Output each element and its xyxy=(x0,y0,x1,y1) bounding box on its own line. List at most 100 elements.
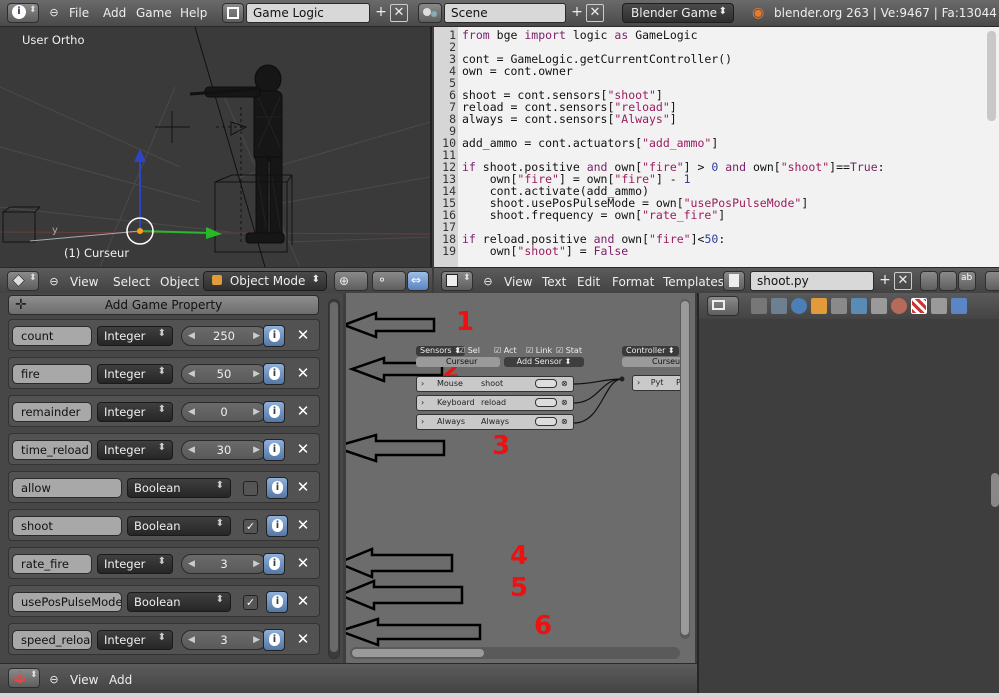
property-name-field[interactable]: remainder xyxy=(12,402,92,422)
decrement-icon[interactable]: ◀ xyxy=(188,403,195,421)
controller-dropdown[interactable]: Controller ⬍ xyxy=(622,346,679,356)
debug-info-toggle[interactable] xyxy=(263,325,285,347)
manipulator-toggle[interactable]: ⇔ xyxy=(407,271,429,291)
property-type-dropdown[interactable]: Integer ⬍ xyxy=(97,630,173,650)
menu-text[interactable]: Text xyxy=(542,275,566,289)
code-line[interactable]: own = cont.owner xyxy=(462,64,573,78)
property-type-dropdown[interactable]: Boolean ⬍ xyxy=(127,516,231,536)
property-name-field[interactable]: time_reload xyxy=(12,440,92,460)
code-line[interactable]: shoot.frequency = own["rate_fire"] xyxy=(462,208,725,222)
sensor-row[interactable]: › Always Always ⊗ xyxy=(416,414,574,430)
viewport-shading-button[interactable]: ⊕ xyxy=(334,271,368,291)
scene-icon[interactable] xyxy=(771,298,787,314)
delete-scene-icon[interactable]: ✕ xyxy=(586,4,604,22)
text-filename-field[interactable]: shoot.py xyxy=(750,271,874,291)
text-datablock-icon[interactable] xyxy=(723,271,745,291)
code-line[interactable]: add_ammo = cont.actuators["add_ammo"] xyxy=(462,136,718,150)
property-value-checkbox[interactable] xyxy=(243,481,258,496)
menu-file[interactable]: File xyxy=(69,6,89,20)
debug-info-toggle[interactable] xyxy=(263,401,285,423)
add-game-property-button[interactable]: ✛ Add Game Property xyxy=(8,295,319,315)
property-value-field[interactable]: ◀ 3 ▶ xyxy=(181,554,267,574)
line-numbers-toggle[interactable] xyxy=(920,271,938,291)
text-editor[interactable]: 1 2 3 4 5 6 7 8 9 10 11 12 13 14 15 16 17 18 19 from bge i… xyxy=(434,27,999,267)
menu-game[interactable]: Game xyxy=(136,6,172,20)
debug-info-toggle[interactable] xyxy=(263,553,285,575)
modifiers-icon[interactable] xyxy=(851,298,867,314)
remove-property-icon[interactable]: ✕ xyxy=(295,365,311,381)
add-screen-icon[interactable]: + xyxy=(371,3,391,23)
sel-toggle[interactable]: ☑ Sel xyxy=(458,346,480,356)
property-value-checkbox[interactable]: ✓ xyxy=(243,595,258,610)
render-icon[interactable] xyxy=(751,298,767,314)
menu-add[interactable]: Add xyxy=(103,6,126,20)
property-type-dropdown[interactable]: Integer ⬍ xyxy=(97,440,173,460)
menu-view[interactable]: View xyxy=(70,275,98,289)
material-icon[interactable] xyxy=(891,298,907,314)
object-icon[interactable] xyxy=(811,298,827,314)
editor-type-button[interactable]: i ⬍ xyxy=(7,3,39,23)
property-type-dropdown[interactable]: Integer ⬍ xyxy=(97,402,173,422)
menu-format[interactable]: Format xyxy=(612,275,654,289)
debug-info-toggle[interactable] xyxy=(266,477,288,499)
delete-screen-icon[interactable]: ✕ xyxy=(390,4,408,22)
screen-layout-field[interactable]: Game Logic xyxy=(246,3,370,23)
expand-icon[interactable]: › xyxy=(421,377,424,391)
property-value-field[interactable]: ◀ 250 ▶ xyxy=(181,326,267,346)
link-toggle[interactable]: ☑ Link xyxy=(526,346,552,356)
remove-property-icon[interactable]: ✕ xyxy=(295,593,311,609)
python-controller[interactable]: › Pyt Py xyxy=(632,375,682,391)
pivot-point-button[interactable]: ⚬ xyxy=(372,271,406,291)
decrement-icon[interactable]: ◀ xyxy=(188,631,195,649)
property-type-dropdown[interactable]: Boolean ⬍ xyxy=(127,478,231,498)
property-value-checkbox[interactable]: ✓ xyxy=(243,519,258,534)
menu-object[interactable]: Object xyxy=(160,275,199,289)
property-value-field[interactable]: ◀ 0 ▶ xyxy=(181,402,267,422)
collapse-menu-icon[interactable]: ⊖ xyxy=(478,272,498,292)
code-line[interactable]: own["shoot"] = False xyxy=(462,244,629,258)
texture-icon[interactable] xyxy=(911,298,927,314)
property-type-dropdown[interactable]: Integer ⬍ xyxy=(97,554,173,574)
collapse-menu-icon[interactable]: ⊖ xyxy=(44,670,64,690)
remove-property-icon[interactable]: ✕ xyxy=(295,517,311,533)
sensor-buttons[interactable] xyxy=(535,417,557,426)
menu-view[interactable]: View xyxy=(504,275,532,289)
debug-info-toggle[interactable] xyxy=(263,363,285,385)
collapse-menu-icon[interactable]: ⊖ xyxy=(44,272,64,292)
menu-edit[interactable]: Edit xyxy=(577,275,600,289)
mode-dropdown[interactable]: Object Mode ⬍ xyxy=(203,271,327,291)
scene-icon[interactable] xyxy=(418,3,442,23)
property-value-field[interactable]: ◀ 30 ▶ xyxy=(181,440,267,460)
property-name-field[interactable]: rate_fire xyxy=(12,554,92,574)
expand-icon[interactable]: › xyxy=(421,396,424,410)
property-type-dropdown[interactable]: Integer ⬍ xyxy=(97,326,173,346)
increment-icon[interactable]: ▶ xyxy=(253,327,260,345)
remove-property-icon[interactable]: ✕ xyxy=(295,631,311,647)
editor-type-button[interactable] xyxy=(707,296,739,316)
decrement-icon[interactable]: ◀ xyxy=(188,555,195,573)
run-script-button[interactable] xyxy=(985,271,999,291)
sensor-row[interactable]: › Mouse shoot ⊗ xyxy=(416,376,574,392)
property-value-field[interactable]: ◀ 50 ▶ xyxy=(181,364,267,384)
increment-icon[interactable]: ▶ xyxy=(253,555,260,573)
remove-property-icon[interactable]: ✕ xyxy=(295,441,311,457)
world-icon[interactable] xyxy=(791,298,807,314)
property-name-field[interactable]: shoot xyxy=(12,516,122,536)
3d-viewport[interactable]: User Ortho y (1) Curseur xyxy=(0,27,432,267)
new-text-icon[interactable]: + xyxy=(875,271,895,291)
particles-icon[interactable] xyxy=(931,298,947,314)
menu-help[interactable]: Help xyxy=(180,6,207,20)
debug-info-toggle[interactable] xyxy=(263,629,285,651)
sensor-row[interactable]: › Keyboard reload ⊗ xyxy=(416,395,574,411)
property-name-field[interactable]: usePosPulseMode xyxy=(12,592,122,612)
text-scrollbar[interactable] xyxy=(987,31,996,121)
remove-sensor-icon[interactable]: ⊗ xyxy=(561,415,568,429)
property-name-field[interactable]: allow xyxy=(12,478,122,498)
increment-icon[interactable]: ▶ xyxy=(253,403,260,421)
code-line[interactable]: always = cont.sensors["Always"] xyxy=(462,112,677,126)
scene-field[interactable]: Scene xyxy=(444,3,566,23)
add-sensor-button[interactable]: Add Sensor ⬍ xyxy=(504,357,584,367)
property-value-field[interactable]: ◀ 3 ▶ xyxy=(181,630,267,650)
logic-editor[interactable]: 1 2 3 4 5 6 Sensors ⬍ ☑ Sel ☑ Act ☑ Link… xyxy=(343,293,695,663)
expand-icon[interactable]: › xyxy=(421,415,424,429)
